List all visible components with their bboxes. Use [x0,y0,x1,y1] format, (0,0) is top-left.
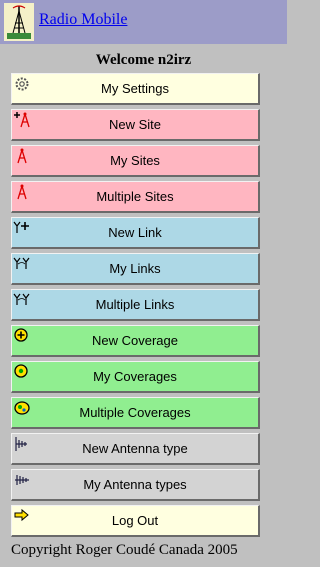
menu-label: Multiple Coverages [79,405,191,420]
menu-label: My Links [109,261,161,276]
site-icon [13,183,33,201]
my-coverages-button[interactable]: My Coverages [11,361,260,393]
antenna-tower-icon[interactable] [4,3,34,41]
menu-label: Multiple Sites [96,189,174,204]
menu-label: New Antenna type [82,441,188,456]
menu-label: New Link [108,225,162,240]
my-links-button[interactable]: My Links [11,253,260,285]
multiple-links-button[interactable]: Multiple Links [11,289,260,321]
menu-label: My Coverages [93,369,177,384]
menu-label: My Settings [101,81,169,96]
link-icon [13,255,33,273]
my-settings-button[interactable]: My Settings [11,73,260,105]
coverage-icon [13,363,33,381]
menu-label: My Antenna types [83,477,187,492]
new-antenna-type-button[interactable]: New Antenna type [11,433,260,465]
log-out-button[interactable]: Log Out [11,505,260,537]
menu-label: New Coverage [92,333,178,348]
copyright-footer: Copyright Roger Coudé Canada 2005 [11,542,238,558]
new-coverage-icon [13,327,33,345]
menu-label: My Sites [110,153,160,168]
new-coverage-button[interactable]: New Coverage [11,325,260,357]
menu-label: New Site [108,117,162,132]
multiple-sites-button[interactable]: Multiple Sites [11,181,260,213]
new-link-icon [13,219,33,237]
multiple-coverage-icon [13,399,33,417]
link-icon [13,291,33,309]
gear-icon [13,75,33,93]
app-title-link[interactable]: Radio Mobile [39,11,127,29]
app-header: Radio Mobile [0,0,287,44]
my-sites-button[interactable]: My Sites [11,145,260,177]
site-icon [13,147,33,165]
welcome-heading: Welcome n2irz [95,52,192,68]
antenna-icon [13,471,33,489]
menu-label: Multiple Links [95,297,175,312]
new-site-icon [13,111,33,129]
new-link-button[interactable]: New Link [11,217,260,249]
my-antenna-types-button[interactable]: My Antenna types [11,469,260,501]
logout-arrow-icon [13,507,33,525]
new-site-button[interactable]: New Site [11,109,260,141]
new-antenna-icon [13,435,33,453]
menu-label: Log Out [111,513,159,528]
multiple-coverages-button[interactable]: Multiple Coverages [11,397,260,429]
